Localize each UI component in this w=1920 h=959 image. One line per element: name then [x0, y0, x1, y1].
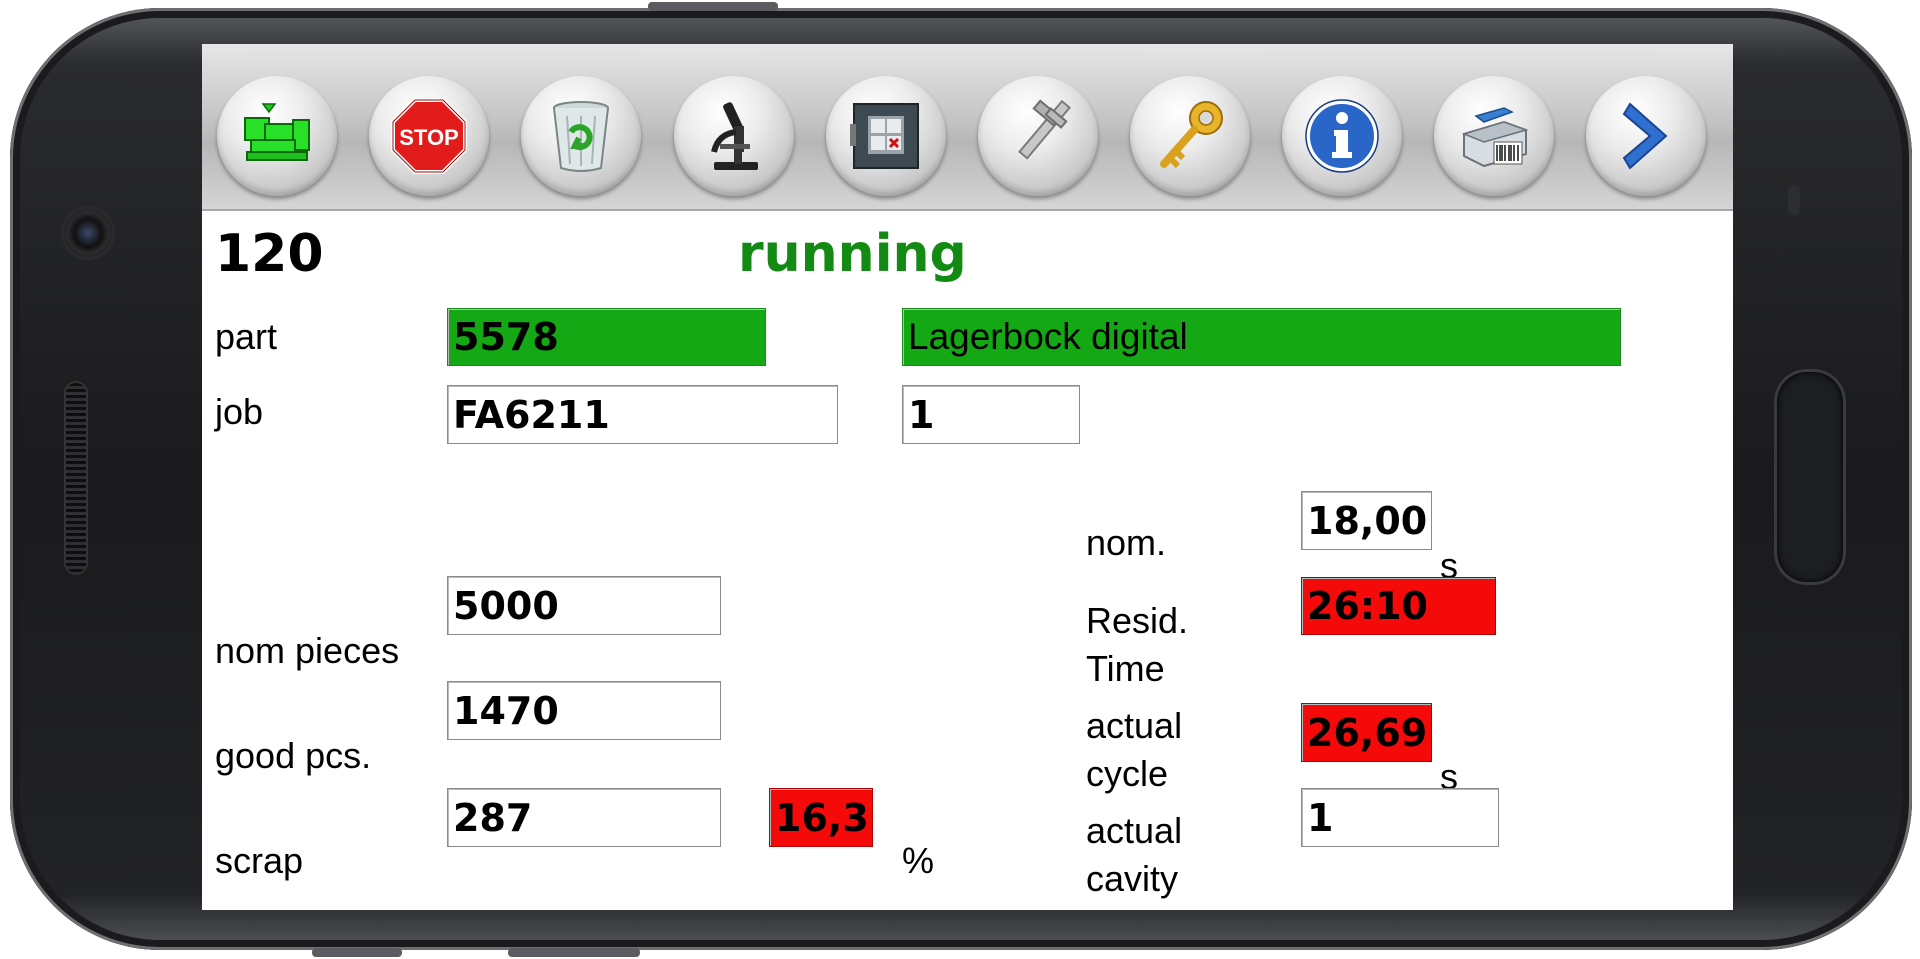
job-number-field[interactable]: FA6211 [447, 385, 838, 444]
actual-cycle-label-1: actual [1086, 705, 1183, 746]
scrap-label: scrap [215, 840, 304, 881]
nom-cycle-field[interactable]: 18,00 [1301, 491, 1432, 550]
proximity-sensor [1788, 185, 1800, 215]
nom-pieces-field[interactable]: 5000 [447, 576, 721, 635]
barcode-printer-icon [1461, 107, 1529, 168]
earpiece-speaker [66, 383, 86, 573]
next-button[interactable] [1586, 76, 1706, 196]
caliper-button[interactable] [978, 76, 1098, 196]
actual-cycle-label-2: cycle [1086, 753, 1169, 794]
part-number-field[interactable]: 5578 [447, 308, 766, 366]
resid-time-field[interactable]: 26:10 [1301, 577, 1496, 635]
good-pcs-field[interactable]: 1470 [447, 681, 721, 740]
machine-green-button[interactable] [217, 76, 337, 196]
front-camera [64, 209, 112, 257]
machine-number: 120 [215, 224, 324, 284]
stop-sign-icon: STOP [391, 98, 467, 174]
grid-panel-icon [850, 103, 919, 169]
toolbar: STOP [202, 44, 1733, 211]
key-icon [1160, 101, 1223, 169]
home-button[interactable] [1777, 372, 1843, 582]
percent-unit: % [902, 840, 935, 881]
actual-cycle-field[interactable]: 26,69 [1301, 703, 1432, 762]
phone-volume-button-2 [312, 948, 402, 957]
actual-cavity-label-2: cavity [1086, 858, 1179, 899]
time-label: Time [1086, 648, 1165, 689]
caliper-icon [1018, 99, 1072, 160]
part-description-field[interactable]: Lagerbock digital [902, 308, 1621, 366]
machine-icon [244, 103, 310, 161]
info-button[interactable] [1282, 76, 1402, 196]
app-screen: STOP 120 running part 5578 Lagerbock dig… [202, 44, 1733, 910]
scrap-field[interactable]: 287 [447, 788, 721, 847]
info-icon [1305, 99, 1379, 173]
actual-cavity-field[interactable]: 1 [1301, 788, 1499, 847]
phone-volume-button [508, 948, 640, 957]
nom-pieces-label: nom pieces [215, 630, 400, 671]
good-pcs-label: good pcs. [215, 735, 372, 776]
actual-cavity-label-1: actual [1086, 810, 1183, 851]
printer-button[interactable] [1434, 76, 1554, 196]
resid-label: Resid. [1086, 600, 1189, 641]
phone-power-button [648, 2, 778, 11]
trash-bin-icon [553, 101, 609, 172]
status-text: running [738, 224, 967, 284]
microscope-button[interactable] [674, 76, 794, 196]
key-button[interactable] [1130, 76, 1250, 196]
part-label: part [215, 316, 278, 357]
stop-label: STOP [399, 125, 459, 150]
nom-label: nom. [1086, 522, 1167, 563]
trash-button[interactable] [521, 76, 641, 196]
job-label: job [215, 391, 264, 432]
scrap-percent-field[interactable]: 16,3 [769, 788, 873, 847]
microscope-icon [711, 102, 758, 170]
stop-button[interactable]: STOP [369, 76, 489, 196]
chevron-right-icon [1622, 102, 1668, 170]
grid-button[interactable] [826, 76, 946, 196]
job-index-field[interactable]: 1 [902, 385, 1080, 444]
